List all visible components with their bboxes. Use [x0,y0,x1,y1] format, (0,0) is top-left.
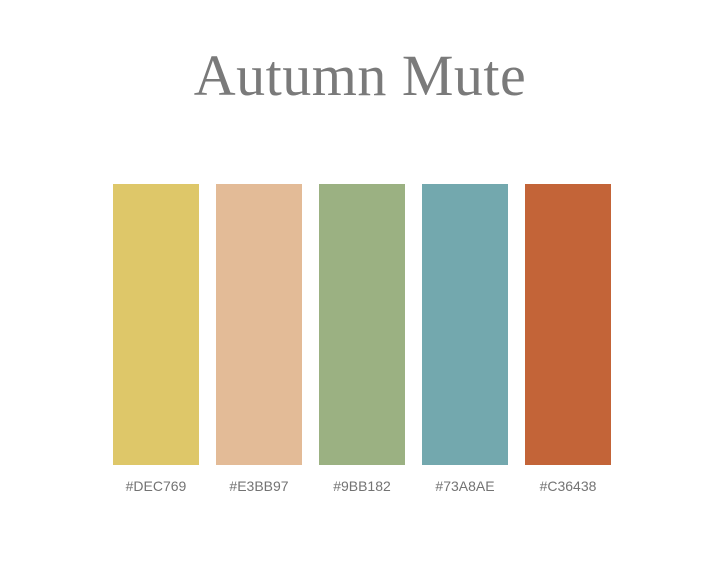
hex-label: #73A8AE [435,478,495,494]
color-swatch [525,184,611,465]
hex-label: #E3BB97 [229,478,289,494]
swatch-item: #73A8AE [422,184,508,494]
color-swatch [216,184,302,465]
swatch-item: #9BB182 [319,184,405,494]
palette-title: Autumn Mute [193,43,527,108]
hex-label: #C36438 [539,478,597,494]
swatch-item: #DEC769 [113,184,199,494]
color-swatch [422,184,508,465]
color-swatch [113,184,199,465]
hex-label: #9BB182 [333,478,391,494]
hex-label: #DEC769 [125,478,187,494]
swatch-item: #E3BB97 [216,184,302,494]
color-swatch [319,184,405,465]
color-palette: #DEC769 #E3BB97 #9BB182 #73A8AE #C36438 [113,184,611,494]
swatch-item: #C36438 [525,184,611,494]
